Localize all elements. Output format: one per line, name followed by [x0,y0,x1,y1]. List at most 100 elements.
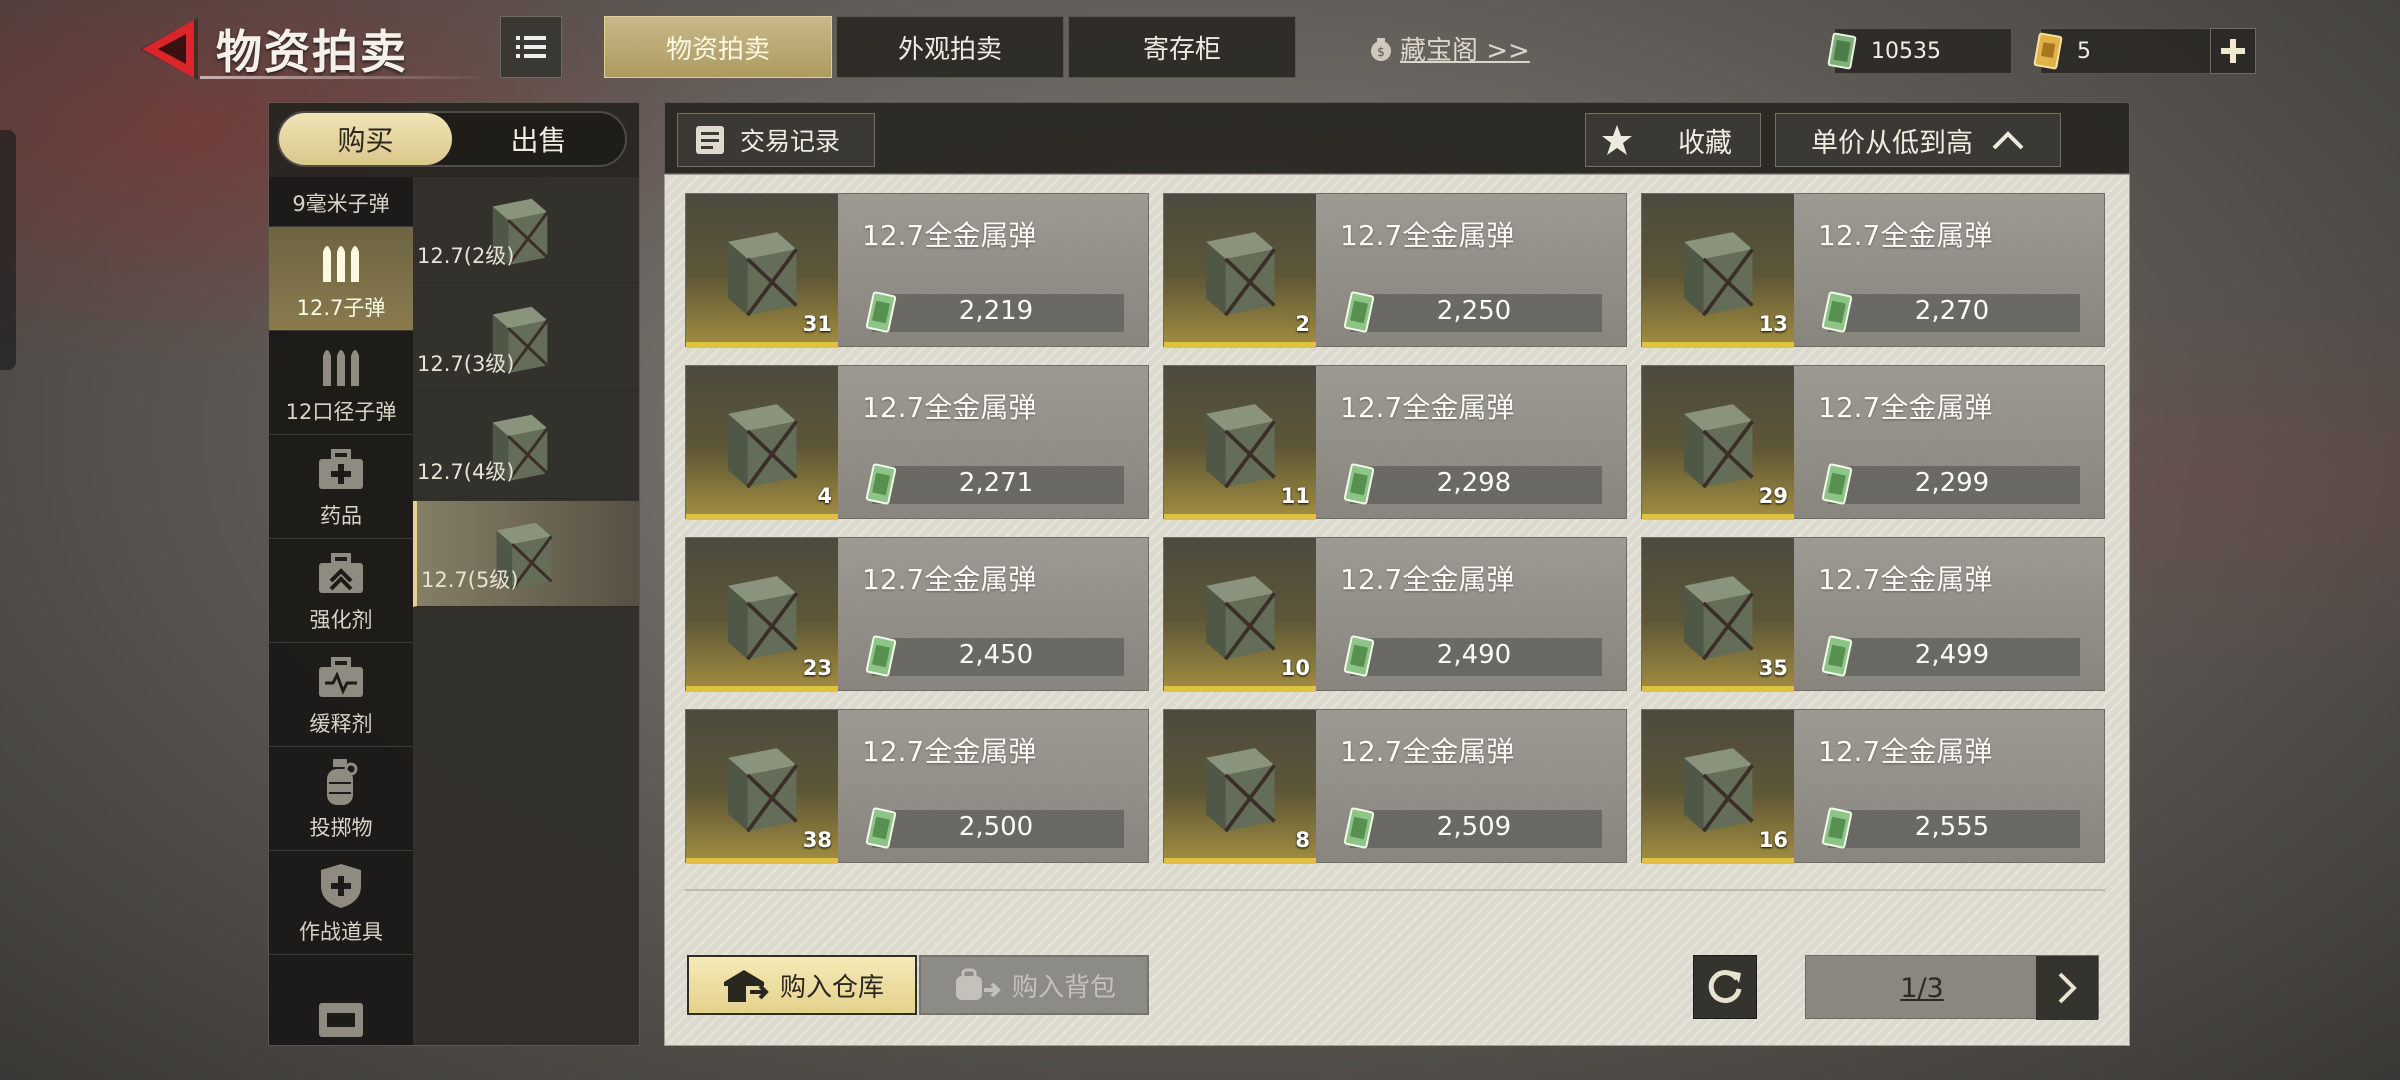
item-name: 12.7全金属弹 [862,219,1037,252]
item-name: 12.7全金属弹 [1340,563,1515,596]
listing-card[interactable]: 29 12.7全金属弹 2,299 [1641,365,2105,520]
category-throwables[interactable]: 投掷物 [269,747,413,851]
category-combat-items[interactable]: 作战道具 [269,851,413,955]
listing-card[interactable]: 11 12.7全金属弹 2,298 [1163,365,1627,520]
listing-card[interactable]: 10 12.7全金属弹 2,490 [1163,537,1627,692]
item-quantity: 16 [1758,828,1788,852]
item-quantity: 31 [802,312,832,336]
tab-supply-auction[interactable]: 物资拍卖 [604,16,832,78]
item-image: 4 [686,366,838,520]
buy-to-backpack-label: 购入背包 [1011,972,1116,1003]
cash-balance: 10535 [1827,28,2012,74]
subcategory-item-selected[interactable]: 12.7(5级) [413,501,639,607]
item-price: 2,450 [958,640,1034,670]
item-price: 2,555 [1914,812,1990,842]
buy-to-backpack-button[interactable]: 购入背包 [919,955,1149,1015]
category-12-gauge[interactable]: 12口径子弹 [269,331,413,435]
add-currency-button[interactable] [2210,28,2256,74]
edge-handle [0,130,16,370]
refresh-button[interactable] [1693,955,1757,1019]
listing-grid: 31 12.7全金属弹 2,219 2 12.7全金属弹 2,250 13 12… [685,193,2105,885]
subcategory-item[interactable]: 12.7(2级) [413,177,639,283]
listing-card[interactable]: 31 12.7全金属弹 2,219 [685,193,1149,348]
category-more[interactable] [269,955,413,1045]
item-image: 16 [1642,710,1794,864]
sort-button[interactable]: 单价从低到高 [1775,113,2061,167]
item-price: 2,271 [958,468,1034,498]
ammo-crate-icon [1206,576,1276,661]
listing-card[interactable]: 16 12.7全金属弹 2,555 [1641,709,2105,864]
item-image: 13 [1642,194,1794,348]
subcategory-item[interactable]: 12.7(3级) [413,285,639,391]
subcategory-label: 12.7(2级) [417,244,515,268]
item-name: 12.7全金属弹 [862,735,1037,768]
next-page-button[interactable] [2036,956,2098,1020]
ammo-crate-icon [1206,232,1276,317]
star-icon [1602,125,1632,155]
shield-plus-icon [317,862,365,910]
category-label: 作战道具 [299,920,383,944]
page-indicator: 1/3 [1900,972,1944,1004]
chevron-up-icon [1992,131,2024,150]
medkit-icon [317,446,365,494]
item-name: 12.7全金属弹 [862,391,1037,424]
listing-card[interactable]: 8 12.7全金属弹 2,509 [1163,709,1627,864]
category-9mm[interactable]: 9毫米子弹 [269,177,413,227]
crate-icon [317,996,365,1044]
category-slow-release[interactable]: 缓释剂 [269,643,413,747]
item-quantity: 11 [1280,484,1310,508]
listing-card[interactable]: 4 12.7全金属弹 2,271 [685,365,1149,520]
sell-toggle[interactable]: 出售 [452,113,625,165]
item-price: 2,270 [1914,296,1990,326]
item-price: 2,509 [1436,812,1512,842]
subcategory-list[interactable]: 12.7(2级) 12.7(3级) 12.7(4级) 12.7(5级) [413,177,639,1045]
category-list[interactable]: 9毫米子弹 12.7子弹 12口径子弹 药品 强化剂 缓释剂 投掷物 作战道具 [269,177,413,1045]
heartbeat-box-icon [317,654,365,702]
category-label: 缓释剂 [309,712,373,736]
item-image: 8 [1164,710,1316,864]
listing-card[interactable]: 2 12.7全金属弹 2,250 [1163,193,1627,348]
listing-card[interactable]: 38 12.7全金属弹 2,500 [685,709,1149,864]
ammo-crate-icon [1684,404,1754,489]
item-name: 12.7全金属弹 [1818,735,1993,768]
item-name: 12.7全金属弹 [1818,219,1993,252]
buy-toggle[interactable]: 购买 [279,113,452,165]
trade-log-label: 交易记录 [740,127,841,156]
listing-card[interactable]: 35 12.7全金属弹 2,499 [1641,537,2105,692]
treasure-bag-icon: $ [1371,37,1391,61]
item-image: 23 [686,538,838,692]
item-price: 2,298 [1436,468,1512,498]
divider [685,889,2105,891]
item-name: 12.7全金属弹 [1340,735,1515,768]
listing-card[interactable]: 13 12.7全金属弹 2,270 [1641,193,2105,348]
category-medicine[interactable]: 药品 [269,435,413,539]
plus-icon [2221,39,2245,63]
category-label: 投掷物 [309,816,373,840]
menu-button[interactable] [500,16,562,78]
item-quantity: 35 [1758,656,1788,680]
item-quantity: 2 [1295,312,1310,336]
item-name: 12.7全金属弹 [1340,219,1515,252]
item-name: 12.7全金属弹 [1818,563,1993,596]
grenade-icon [317,758,365,806]
buy-to-warehouse-button[interactable]: 购入仓库 [687,955,917,1015]
back-button[interactable] [136,14,206,84]
title-underline [200,76,490,79]
ammo-crate-icon [1684,232,1754,317]
category-booster[interactable]: 强化剂 [269,539,413,643]
subcategory-label: 12.7(3级) [417,352,515,376]
refresh-icon [1708,970,1742,1004]
trade-log-button[interactable]: 交易记录 [677,113,875,167]
subcategory-item[interactable]: 12.7(4级) [413,393,639,499]
treasure-pavilion-link[interactable]: $ 藏宝阁 >> [1368,30,1530,67]
item-image: 2 [1164,194,1316,348]
category-12-7[interactable]: 12.7子弹 [269,227,413,331]
tab-skin-auction[interactable]: 外观拍卖 [836,16,1064,78]
tab-storage-locker[interactable]: 寄存柜 [1068,16,1296,78]
listing-card[interactable]: 23 12.7全金属弹 2,450 [685,537,1149,692]
subcategory-label: 12.7(5级) [421,568,519,592]
item-image: 38 [686,710,838,864]
favorite-button[interactable]: 收藏 [1585,113,1761,167]
item-name: 12.7全金属弹 [1340,391,1515,424]
ammo-crate-icon [728,232,798,317]
